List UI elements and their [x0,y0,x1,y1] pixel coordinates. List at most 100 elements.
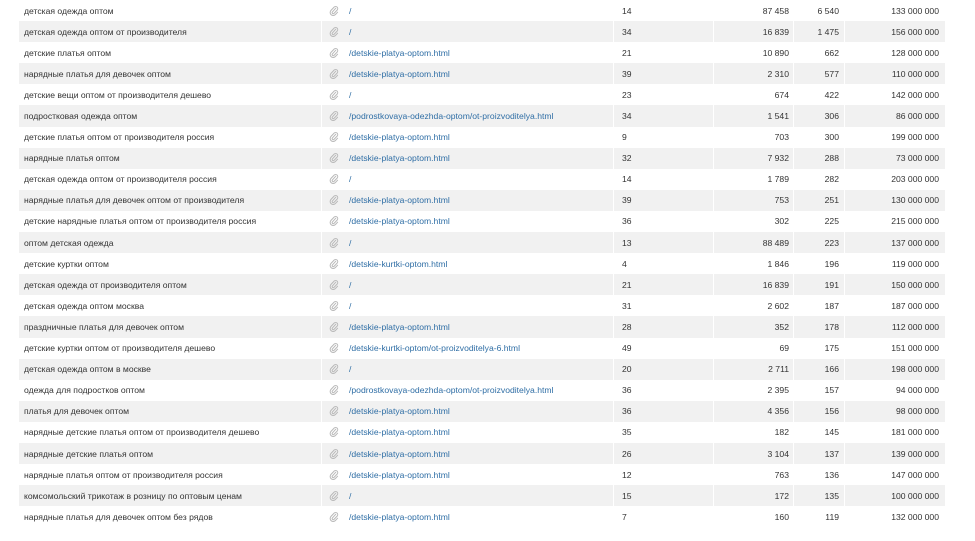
page-url-link[interactable]: /detskie-kurtki-optom/ot-proizvoditelya-… [349,343,520,353]
paperclip-icon[interactable] [329,384,339,396]
page-url-link[interactable]: /detskie-platya-optom.html [349,48,450,58]
budget-cell: 137 000 000 [844,232,945,254]
position-cell: 21 [613,42,713,64]
page-url-link[interactable]: /podrostkovaya-odezhda-optom/ot-proizvod… [349,111,553,121]
paperclip-icon[interactable] [329,5,339,17]
paperclip-icon[interactable] [329,321,339,333]
keyword-cell: оптом детская одежда [24,237,114,248]
paperclip-icon[interactable] [329,469,339,481]
paperclip-icon[interactable] [329,47,339,59]
paperclip-icon[interactable] [329,89,339,101]
url-cell: / [321,274,613,296]
position-cell: 21 [613,274,713,296]
exact-frequency-cell: 191 [793,274,844,296]
url-cell: /detskie-platya-optom.html [321,42,613,64]
position-cell: 20 [613,358,713,380]
paperclip-icon[interactable] [329,173,339,185]
page-url-link[interactable]: / [349,238,351,248]
page-url-link[interactable]: / [349,491,351,501]
url-cell: /detskie-platya-optom.html [321,210,613,233]
url-cell: /detskie-platya-optom.html [321,63,613,85]
keyword-cell: нарядные платья для девочек оптом от про… [24,195,245,206]
page-url-link[interactable]: /detskie-kurtki-optom.html [349,259,447,269]
keyword-cell: подростковая одежда оптом [24,111,138,122]
page-url-link[interactable]: /detskie-platya-optom.html [349,470,450,480]
paperclip-icon[interactable] [329,511,339,523]
paperclip-icon[interactable] [329,300,339,312]
page-url-link[interactable]: /detskie-platya-optom.html [349,427,450,437]
frequency-cell: 7 932 [713,147,793,169]
page-url-link[interactable]: /detskie-platya-optom.html [349,195,450,205]
paperclip-icon[interactable] [329,490,339,502]
position-cell: 14 [613,0,713,22]
frequency-cell: 674 [713,84,793,106]
url-cell: / [321,232,613,254]
paperclip-icon[interactable] [329,342,339,354]
table-row: нарядные платья оптом /detskie-platya-op… [19,147,945,169]
paperclip-icon[interactable] [329,426,339,438]
url-cell: /detskie-platya-optom.html [321,316,613,338]
frequency-cell: 763 [713,464,793,486]
position-cell: 28 [613,316,713,338]
exact-frequency-cell: 282 [793,168,844,190]
budget-cell: 199 000 000 [844,126,945,148]
page-url-link[interactable]: /detskie-platya-optom.html [349,153,450,163]
budget-cell: 203 000 000 [844,168,945,190]
budget-cell: 139 000 000 [844,442,945,465]
position-cell: 7 [613,506,713,528]
page-url-link[interactable]: / [349,174,351,184]
budget-cell: 98 000 000 [844,400,945,422]
paperclip-icon[interactable] [329,68,339,80]
paperclip-icon[interactable] [329,152,339,164]
position-cell: 36 [613,400,713,422]
page-url-link[interactable]: / [349,27,351,37]
frequency-cell: 172 [713,485,793,507]
paperclip-icon[interactable] [329,258,339,270]
paperclip-icon[interactable] [329,363,339,375]
paperclip-icon[interactable] [329,131,339,143]
page-url-link[interactable]: / [349,6,351,16]
paperclip-icon[interactable] [329,237,339,249]
table-row: детская одежда оптом от производителя / … [19,21,945,43]
page-url-link[interactable]: /detskie-platya-optom.html [349,512,450,522]
paperclip-icon[interactable] [329,448,339,460]
exact-frequency-cell: 300 [793,126,844,148]
page-url-link[interactable]: /detskie-platya-optom.html [349,69,450,79]
exact-frequency-cell: 178 [793,316,844,338]
budget-cell: 151 000 000 [844,337,945,359]
paperclip-icon[interactable] [329,194,339,206]
budget-cell: 86 000 000 [844,105,945,127]
position-cell: 26 [613,442,713,465]
paperclip-icon[interactable] [329,215,339,227]
budget-cell: 142 000 000 [844,84,945,106]
page-url-link[interactable]: / [349,301,351,311]
exact-frequency-cell: 662 [793,42,844,64]
paperclip-icon[interactable] [329,26,339,38]
url-cell: /detskie-platya-optom.html [321,442,613,465]
page-url-link[interactable]: /detskie-platya-optom.html [349,449,450,459]
budget-cell: 73 000 000 [844,147,945,169]
keyword-cell: детская одежда оптом от производителя [24,26,187,37]
keyword-cell: нарядные платья оптом от производителя р… [24,469,223,480]
page-url-link[interactable]: /detskie-platya-optom.html [349,216,450,226]
budget-cell: 150 000 000 [844,274,945,296]
page-url-link[interactable]: /podrostkovaya-odezhda-optom/ot-proizvod… [349,385,553,395]
position-cell: 34 [613,21,713,43]
paperclip-icon[interactable] [329,279,339,291]
page-url-link[interactable]: / [349,364,351,374]
page-url-link[interactable]: / [349,280,351,290]
url-cell: /detskie-kurtki-optom/ot-proizvoditelya-… [321,337,613,359]
page-url-link[interactable]: /detskie-platya-optom.html [349,406,450,416]
url-cell: /detskie-platya-optom.html [321,189,613,211]
table-row: детские куртки оптом /detskie-kurtki-opt… [19,253,945,275]
exact-frequency-cell: 306 [793,105,844,127]
page-url-link[interactable]: /detskie-platya-optom.html [349,132,450,142]
page-url-link[interactable]: / [349,90,351,100]
exact-frequency-cell: 137 [793,442,844,465]
frequency-cell: 88 489 [713,232,793,254]
paperclip-icon[interactable] [329,405,339,417]
table-row: нарядные платья для девочек оптом без ря… [19,506,945,528]
paperclip-icon[interactable] [329,110,339,122]
page-url-link[interactable]: /detskie-platya-optom.html [349,322,450,332]
keyword-cell: детские платья оптом от производителя ро… [24,132,215,143]
